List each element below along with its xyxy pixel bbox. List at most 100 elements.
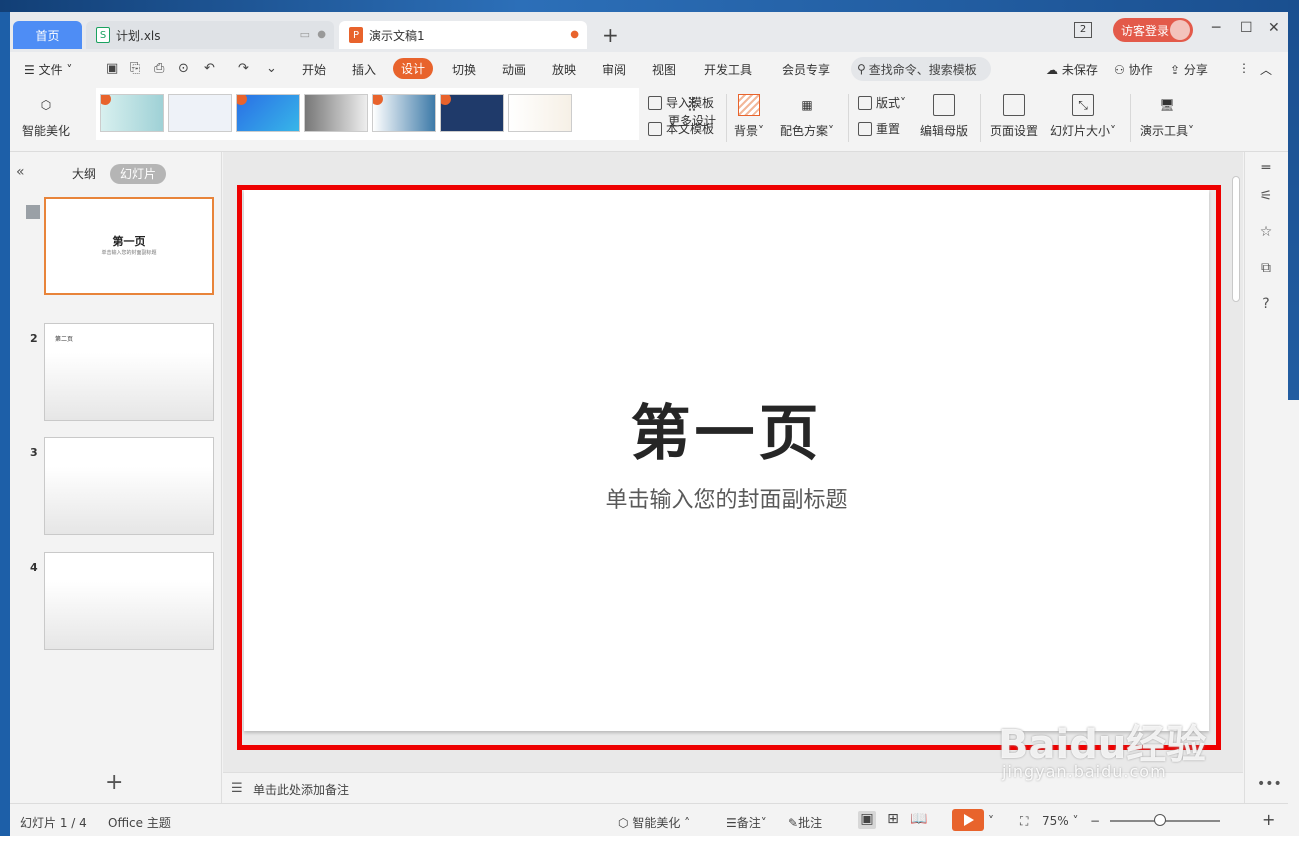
color-scheme-button[interactable]: ▦ 配色方案˅ [780, 94, 834, 139]
notes-icon: ☰ [726, 816, 737, 830]
properties-icon[interactable]: ⚟ [1257, 188, 1275, 206]
menu-review[interactable]: 审阅 [602, 61, 626, 78]
page-setup-button[interactable]: 页面设置 [990, 94, 1038, 139]
normal-view-icon[interactable]: ▣ [858, 811, 876, 829]
background-label: 背景˅ [734, 124, 765, 138]
search-placeholder: 查找命令、搜索模板 [868, 62, 977, 77]
notes-icon: ☰ [231, 781, 243, 796]
template-thumb-3[interactable] [236, 94, 300, 132]
template-thumb-1[interactable] [100, 94, 164, 132]
command-search-input[interactable]: ⚲ 查找命令、搜索模板 [851, 57, 991, 81]
format-painter-icon[interactable]: ⎘ [130, 61, 140, 76]
slide-size-button[interactable]: ⤡ 幻灯片大小˅ [1050, 94, 1116, 139]
collapse-ribbon-icon[interactable]: ︿ [1260, 61, 1272, 78]
collapse-panel-icon[interactable]: « [16, 164, 25, 180]
color-scheme-label: 配色方案˅ [780, 124, 835, 138]
slide-thumbnail-1[interactable]: 第一页 单击输入您的封面副标题 [44, 197, 214, 295]
menu-animation[interactable]: 动画 [502, 61, 526, 78]
layout-button[interactable]: 版式 ˅ [858, 94, 906, 111]
zoom-out-button[interactable]: − [1090, 814, 1100, 828]
zoom-level[interactable]: 75% ˅ [1042, 814, 1079, 828]
window-count-badge[interactable]: 2 [1074, 22, 1092, 38]
tab-status-dot: ● [317, 29, 326, 40]
menu-developer-tools[interactable]: 开发工具 [704, 61, 752, 78]
theme-name[interactable]: Office 主题 [108, 814, 171, 831]
menu-design[interactable]: 设计 [393, 58, 434, 79]
edit-master-button[interactable]: 编辑母版 [920, 94, 968, 139]
spreadsheet-icon: S [96, 27, 110, 43]
thumb-subtitle: 单击输入您的封面副标题 [101, 250, 157, 256]
background-button[interactable]: 背景˅ [734, 94, 764, 139]
save-icon[interactable]: ▣ [106, 61, 118, 76]
slide-thumbnail-2[interactable]: 第二页 [44, 323, 214, 421]
monitor-icon[interactable]: ▭ [300, 28, 310, 41]
close-icon[interactable]: ✕ [1268, 20, 1280, 36]
undo-icon[interactable]: ↶ [204, 61, 215, 76]
tab-home[interactable]: 首页 [13, 21, 82, 49]
fit-window-icon[interactable]: ⛶ [1020, 814, 1028, 829]
slide-thumbnail-4[interactable] [44, 552, 214, 650]
tab-ppt-document[interactable]: P 演示文稿1 ● [339, 21, 587, 49]
presenter-tools-button[interactable]: 🖥 演示工具˅ [1140, 94, 1194, 139]
scrollbar-thumb[interactable] [1232, 176, 1240, 302]
comments-button[interactable]: ✎批注 [788, 814, 822, 831]
panel-header: « 大纲 幻灯片 [10, 164, 222, 184]
this-template-button[interactable]: 本文模板 [648, 120, 714, 137]
import-template-button[interactable]: 导入模板 [648, 94, 714, 111]
slide-library-icon[interactable]: ⧉ [1257, 260, 1275, 278]
new-tab-button[interactable]: + [602, 24, 619, 46]
tab-slides[interactable]: 幻灯片 [110, 164, 166, 184]
minimize-icon[interactable]: ─ [1212, 20, 1220, 36]
template-thumb-7[interactable] [508, 94, 572, 132]
play-slideshow-button[interactable] [952, 809, 984, 831]
template-gallery: ⣿ 更多设计 [96, 88, 716, 140]
zoom-slider-handle[interactable] [1154, 814, 1166, 826]
share-button[interactable]: ⇪ 分享 [1170, 61, 1208, 78]
maximize-icon[interactable]: ☐ [1240, 20, 1253, 36]
unsaved-label: 未保存 [1061, 63, 1098, 77]
menu-transition[interactable]: 切换 [452, 61, 476, 78]
pin-icon[interactable] [26, 205, 40, 219]
layout-icon [858, 95, 872, 110]
template-thumb-6[interactable] [440, 94, 504, 132]
add-slide-button[interactable]: + [105, 772, 123, 794]
menu-member[interactable]: 会员专享 [782, 61, 830, 78]
reset-button[interactable]: 重置 [858, 120, 900, 137]
background-window-edge [1288, 400, 1299, 848]
collab-button[interactable]: ⚇ 协作 [1114, 61, 1153, 78]
tab-xls-document[interactable]: S 计划.xls ▭ ● [86, 21, 334, 49]
template-thumb-5[interactable] [372, 94, 436, 132]
smart-beautify-button[interactable]: ⬡ 智能美化 [22, 94, 70, 139]
zoom-in-button[interactable]: + [1262, 810, 1275, 829]
menu-slideshow[interactable]: 放映 [552, 61, 576, 78]
master-icon [933, 94, 955, 116]
tab-xls-label: 计划.xls [116, 28, 161, 43]
slide-thumbnail-3[interactable] [44, 437, 214, 535]
slide-sorter-icon[interactable]: ⊞ [884, 811, 902, 829]
notes-toggle-button[interactable]: ☰备注˅ [726, 814, 767, 831]
more-icon[interactable]: ••• [1257, 776, 1282, 794]
more-options-icon[interactable]: ⋮ [1238, 61, 1250, 75]
redo-icon[interactable]: ↷ [238, 61, 249, 76]
visitor-login-button[interactable]: 访客登录 [1113, 18, 1193, 42]
play-options-icon[interactable]: ˅ [988, 814, 994, 828]
status-smart-beautify-button[interactable]: ⬡ 智能美化 ˄ [618, 814, 690, 831]
drag-handle-icon[interactable]: ═ [1257, 160, 1275, 178]
file-menu[interactable]: ☰ 文件 ˅ [24, 61, 72, 78]
customize-toolbar-icon[interactable]: ⌄ [266, 61, 277, 76]
menu-insert[interactable]: 插入 [352, 61, 376, 78]
cloud-icon: ☁ [1046, 63, 1058, 77]
template-thumb-2[interactable] [168, 94, 232, 132]
print-preview-icon[interactable]: ⊙ [178, 61, 189, 76]
menu-start[interactable]: 开始 [302, 61, 326, 78]
tab-outline[interactable]: 大纲 [72, 165, 96, 182]
collab-label: 协作 [1128, 63, 1153, 77]
help-icon[interactable]: ? [1257, 296, 1275, 314]
print-icon[interactable]: ⎙ [154, 61, 164, 76]
reading-view-icon[interactable]: 📖 [910, 811, 928, 829]
star-icon[interactable]: ☆ [1257, 224, 1275, 242]
menu-view[interactable]: 视图 [652, 61, 676, 78]
vertical-scrollbar[interactable] [1230, 168, 1242, 768]
unsaved-button[interactable]: ☁ 未保存 [1046, 61, 1098, 78]
template-thumb-4[interactable] [304, 94, 368, 132]
